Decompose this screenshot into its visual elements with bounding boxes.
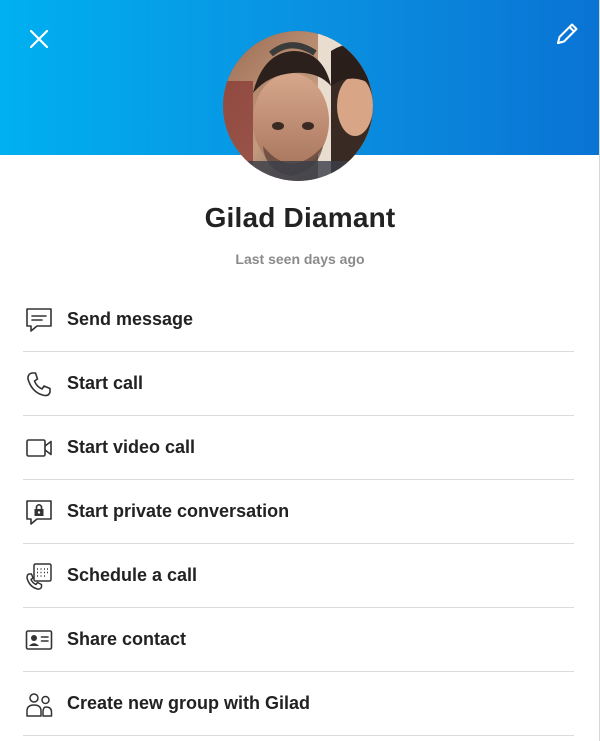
video-camera-icon bbox=[23, 432, 55, 464]
start-private-conversation-action[interactable]: Start private conversation bbox=[23, 480, 574, 544]
contact-card-icon bbox=[23, 624, 55, 656]
pencil-icon bbox=[557, 23, 578, 44]
close-icon bbox=[29, 29, 49, 49]
avatar bbox=[223, 31, 373, 181]
schedule-call-action[interactable]: Schedule a call bbox=[23, 544, 574, 608]
share-contact-action[interactable]: Share contact bbox=[23, 608, 574, 672]
contact-name: Gilad Diamant bbox=[204, 202, 396, 233]
message-icon bbox=[23, 304, 55, 336]
action-label: Start video call bbox=[67, 437, 196, 457]
group-icon bbox=[23, 688, 55, 720]
create-group-action[interactable]: Create new group with Gilad bbox=[23, 672, 574, 736]
action-label: Create new group with Gilad bbox=[67, 693, 311, 713]
action-label: Start call bbox=[67, 373, 144, 393]
start-call-action[interactable]: Start call bbox=[23, 352, 574, 416]
action-label: Schedule a call bbox=[67, 565, 198, 585]
profile-panel: Gilad Diamant Last seen days ago Send me… bbox=[0, 0, 600, 741]
start-video-call-action[interactable]: Start video call bbox=[23, 416, 574, 480]
phone-icon bbox=[23, 368, 55, 400]
action-label: Share contact bbox=[67, 629, 187, 649]
action-list: Send message Start call Start video call bbox=[23, 288, 574, 736]
edit-profile-button[interactable] bbox=[547, 14, 587, 54]
close-button[interactable] bbox=[19, 19, 59, 59]
calendar-phone-icon bbox=[23, 560, 55, 592]
action-label: Start private conversation bbox=[67, 501, 290, 521]
action-label: Send message bbox=[67, 309, 194, 329]
lock-message-icon bbox=[23, 496, 55, 528]
last-seen-status: Last seen days ago bbox=[235, 251, 365, 267]
send-message-action[interactable]: Send message bbox=[23, 288, 574, 352]
